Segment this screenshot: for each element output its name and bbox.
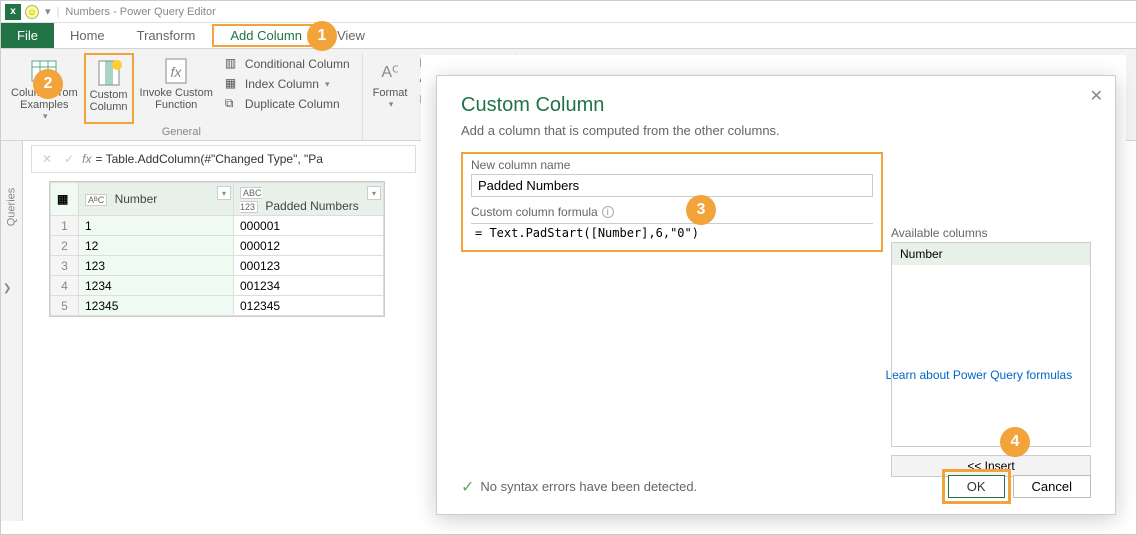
tab-add-column[interactable]: Add Column (212, 24, 320, 47)
formula-accept-icon[interactable]: ✓ (60, 152, 78, 166)
syntax-status: ✓ No syntax errors have been detected. (461, 477, 697, 497)
filter-dropdown-icon[interactable]: ▾ (367, 186, 381, 200)
info-icon[interactable]: i (602, 206, 614, 218)
duplicate-column-button[interactable]: ⧉Duplicate Column (223, 95, 342, 113)
data-preview-table: ▦ AᴮC Number ▾ ABC 123 Padded Numbers ▾ … (49, 181, 385, 317)
table-row[interactable]: 11000001 (51, 216, 384, 236)
tab-transform[interactable]: Transform (121, 23, 212, 48)
svg-text:Aꟲ: Aꟲ (381, 64, 399, 81)
table-row[interactable]: 41234001234 (51, 276, 384, 296)
custom-column-button[interactable]: Custom Column (84, 53, 134, 124)
tab-home[interactable]: Home (54, 23, 121, 48)
queries-label: Queries (6, 188, 18, 227)
format-button[interactable]: Aꟲ Format (369, 53, 412, 112)
index-column-button[interactable]: ▦Index Column (223, 75, 332, 93)
callout-4: 4 (1000, 427, 1030, 457)
custom-formula-label: Custom column formula i (471, 205, 873, 219)
available-columns-panel: Available columns Number << Insert (891, 226, 1091, 477)
close-icon[interactable]: ✕ (1090, 86, 1103, 106)
check-icon: ✓ (461, 477, 474, 497)
expand-icon[interactable]: ❯ (3, 283, 11, 294)
invoke-function-icon: fx (160, 55, 192, 87)
text-type-icon: AᴮC (85, 194, 107, 206)
callout-3: 3 (686, 195, 716, 225)
svg-text:fx: fx (171, 64, 183, 80)
new-column-name-input[interactable] (471, 174, 873, 197)
table-row[interactable]: 212000012 (51, 236, 384, 256)
excel-icon: x (5, 4, 21, 20)
available-columns-list[interactable]: Number (891, 242, 1091, 447)
insert-button[interactable]: << Insert (891, 455, 1091, 477)
column-header-number[interactable]: AᴮC Number ▾ (79, 183, 234, 216)
tab-file[interactable]: File (1, 23, 54, 48)
table-corner[interactable]: ▦ (51, 183, 79, 216)
any-type-icon: ABC 123 (240, 187, 262, 213)
new-column-name-label: New column name (471, 158, 873, 172)
fx-icon: fx (82, 152, 91, 166)
ok-button[interactable]: OK (948, 475, 1005, 498)
queries-pane[interactable]: ❯ Queries (1, 141, 23, 521)
list-item[interactable]: Number (892, 243, 1090, 265)
callout-2: 2 (33, 69, 63, 99)
duplicate-icon: ⧉ (225, 96, 241, 112)
group-general-label: General (162, 126, 201, 138)
table-row[interactable]: 512345012345 (51, 296, 384, 316)
table-row[interactable]: 3123000123 (51, 256, 384, 276)
callout-1: 1 (307, 21, 337, 51)
format-icon: Aꟲ (374, 55, 406, 87)
column-header-padded[interactable]: ABC 123 Padded Numbers ▾ (234, 183, 384, 216)
window-title: Numbers - Power Query Editor (65, 6, 215, 18)
dialog-title: Custom Column (461, 94, 1091, 117)
formula-preview-line: = Text.PadStart([Number],6,"0") (471, 223, 873, 242)
conditional-column-button[interactable]: ▥Conditional Column (223, 55, 352, 73)
cancel-button[interactable]: Cancel (1013, 475, 1091, 498)
index-icon: ▦ (225, 76, 241, 92)
custom-column-icon (93, 57, 125, 89)
formula-bar[interactable]: ✕ ✓ fx = Table.AddColumn(#"Changed Type"… (31, 145, 416, 173)
invoke-custom-function-button[interactable]: fx Invoke Custom Function (136, 53, 217, 124)
ribbon-tabs: File Home Transform Add Column View (1, 23, 1136, 49)
dialog-subtitle: Add a column that is computed from the o… (461, 123, 1091, 138)
formula-cancel-icon[interactable]: ✕ (38, 152, 56, 166)
available-columns-label: Available columns (891, 226, 1091, 240)
title-bar: x ☺ ▾ | Numbers - Power Query Editor (1, 1, 1136, 23)
smiley-icon[interactable]: ☺ (25, 5, 39, 19)
filter-dropdown-icon[interactable]: ▾ (217, 186, 231, 200)
conditional-icon: ▥ (225, 56, 241, 72)
formula-text[interactable]: = Table.AddColumn(#"Changed Type", "Pa (95, 152, 322, 166)
highlighted-field-block: New column name Custom column formula i … (461, 152, 883, 252)
